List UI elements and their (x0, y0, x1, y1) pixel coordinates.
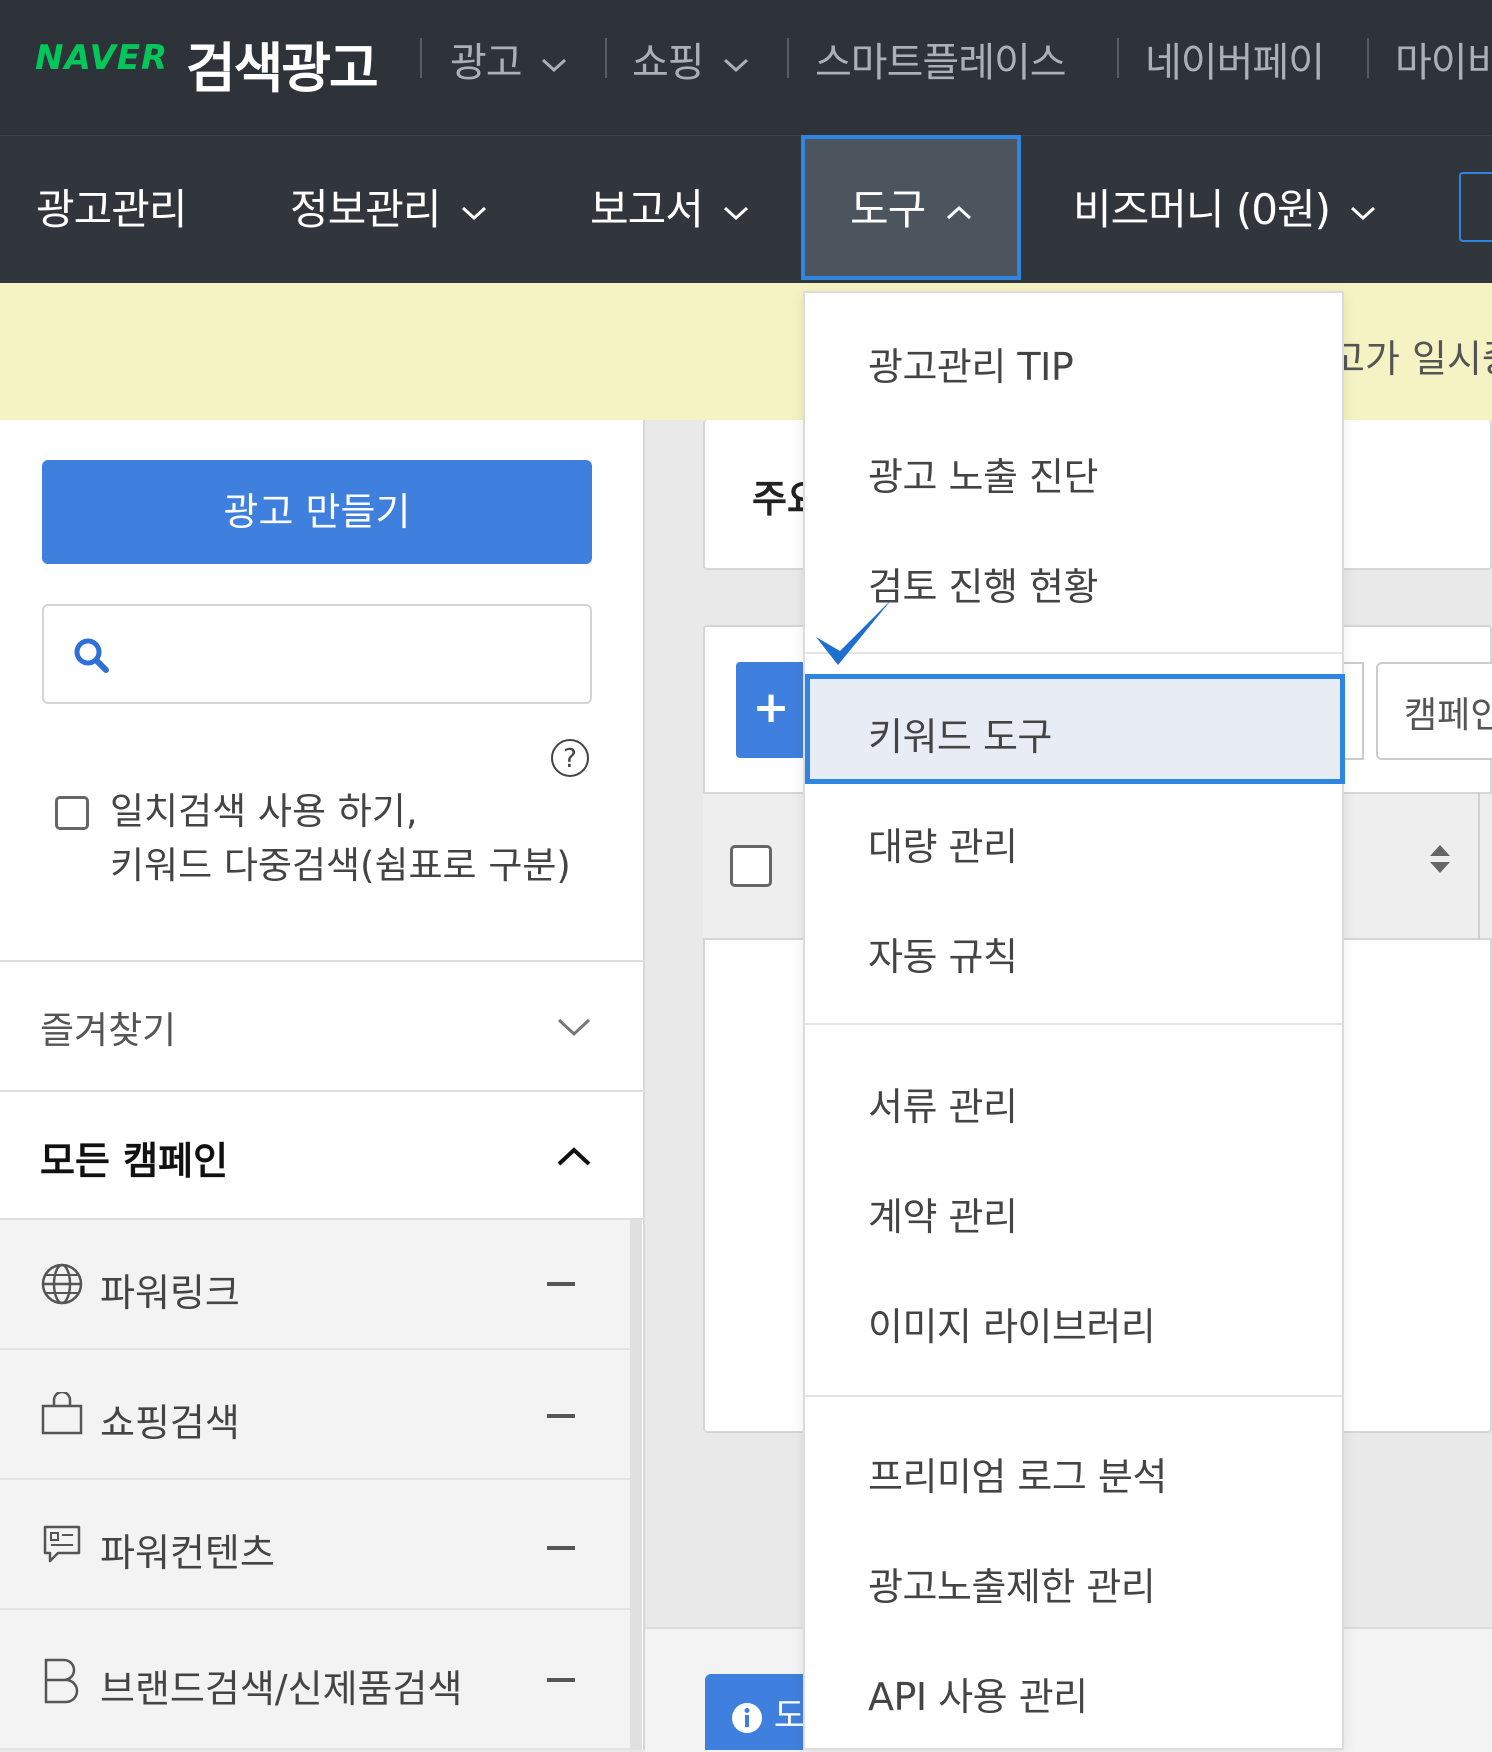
nav-tools[interactable]: 도구 (850, 176, 972, 237)
checkmark-icon (816, 599, 892, 665)
exact-search-label: 일치검색 사용 하기, 키워드 다중검색(쉼표로 구분) (110, 785, 571, 893)
nav-tools-label: 도구 (850, 185, 926, 234)
top-divider (1117, 38, 1119, 78)
campaign-type-shopping[interactable] (0, 1350, 630, 1480)
favorites-section[interactable]: 즐겨찾기 (40, 1000, 176, 1054)
menu-item-image-library[interactable]: 이미지 라이브러리 (868, 1296, 1156, 1351)
collapse-minus-icon[interactable] (547, 1282, 575, 1286)
top-link-shopping[interactable]: 쇼핑 (632, 30, 749, 88)
menu-divider (805, 1023, 1342, 1025)
add-button[interactable]: + (736, 662, 806, 758)
create-ad-button[interactable]: 광고 만들기 (42, 460, 592, 564)
globe-icon (41, 1263, 83, 1305)
top-link-smartplace[interactable]: 스마트플레이스 (815, 30, 1067, 88)
collapse-minus-icon[interactable] (547, 1546, 575, 1550)
chevron-down-icon[interactable] (556, 1016, 592, 1038)
campaign-type-label: 브랜드검색/신제품검색 (100, 1667, 463, 1711)
menu-item-ad-tip[interactable]: 광고관리 TIP (868, 336, 1074, 391)
campaign-button[interactable]: 캠페인 (1376, 662, 1492, 760)
collapse-minus-icon[interactable] (547, 1414, 575, 1418)
nav-bizmoney[interactable]: 비즈머니 (0원) (1073, 176, 1376, 237)
brand-b-icon (44, 1658, 79, 1704)
top-divider (787, 38, 789, 78)
all-campaigns-section[interactable]: 모든 캠페인 (40, 1130, 228, 1185)
nav-info-management[interactable]: 정보관리 (290, 176, 487, 237)
top-link-my[interactable]: 마이비 (1395, 30, 1492, 88)
campaign-search-input[interactable] (42, 604, 592, 704)
menu-item-premium-log-analysis[interactable]: 프리미엄 로그 분석 (868, 1446, 1167, 1501)
chevron-down-icon (1351, 206, 1376, 220)
menu-item-bulk-management[interactable]: 대량 관리 (868, 816, 1018, 871)
divider (0, 960, 645, 962)
info-button-label: 도 (773, 1696, 806, 1736)
chevron-down-icon (724, 58, 749, 73)
nav-ad-management[interactable]: 광고관리 (36, 176, 188, 237)
nav-info-management-label: 정보관리 (290, 185, 442, 234)
menu-item-api-management[interactable]: API 사용 관리 (868, 1666, 1088, 1721)
top-link-naverpay[interactable]: 네이버페이 (1145, 30, 1325, 88)
top-link-shopping-label: 쇼핑 (632, 40, 705, 86)
menu-item-keyword-tool[interactable]: 키워드 도구 (868, 706, 1052, 761)
menu-item-contract-management[interactable]: 계약 관리 (868, 1186, 1018, 1241)
menu-item-exposure-restriction[interactable]: 광고노출제한 관리 (868, 1556, 1156, 1611)
exact-search-label-line2: 키워드 다중검색(쉼표로 구분) (110, 844, 571, 887)
chevron-down-icon (724, 206, 749, 220)
chevron-up-icon (946, 205, 971, 219)
nav-reports[interactable]: 보고서 (590, 176, 749, 237)
top-link-ad[interactable]: 광고 (450, 30, 567, 88)
tools-dropdown-menu (803, 291, 1344, 1750)
sort-icon[interactable] (1428, 843, 1452, 875)
menu-item-document-management[interactable]: 서류 관리 (868, 1076, 1018, 1131)
menu-divider (805, 1395, 1342, 1397)
info-button[interactable]: 도 (705, 1674, 815, 1750)
nav-edge-button[interactable] (1459, 172, 1492, 242)
select-all-checkbox[interactable] (730, 845, 772, 887)
divider (0, 1090, 645, 1092)
top-link-ad-label: 광고 (450, 40, 523, 86)
notice-text: 고가 일시중 (1330, 337, 1492, 381)
exact-search-checkbox[interactable] (55, 796, 89, 830)
chat-content-icon (43, 1525, 81, 1563)
collapse-minus-icon[interactable] (547, 1678, 575, 1682)
menu-item-auto-rules[interactable]: 자동 규칙 (868, 926, 1018, 981)
exact-search-label-line1: 일치검색 사용 하기, (110, 790, 418, 833)
campaign-type-powercontents[interactable] (0, 1480, 630, 1610)
search-ad-title[interactable]: 검색광고 (186, 24, 379, 103)
info-icon (732, 1702, 762, 1733)
chevron-down-icon (542, 58, 567, 73)
search-icon (74, 638, 109, 673)
help-icon[interactable]: ? (551, 739, 589, 777)
campaign-type-label: 파워링크 (100, 1271, 240, 1315)
top-divider (1367, 38, 1369, 78)
campaign-type-powerlink[interactable] (0, 1220, 630, 1350)
top-divider (605, 38, 607, 78)
naver-logo[interactable]: NAVER (35, 38, 168, 78)
campaign-type-label: 파워컨텐츠 (100, 1531, 275, 1575)
top-divider (420, 38, 422, 78)
menu-item-exposure-diagnosis[interactable]: 광고 노출 진단 (868, 446, 1098, 501)
chevron-up-icon[interactable] (556, 1146, 592, 1168)
sidebar-scrollbar[interactable] (630, 1220, 642, 1750)
chevron-down-icon (461, 206, 486, 220)
menu-item-review-status[interactable]: 검토 진행 현황 (868, 556, 1098, 611)
nav-reports-label: 보고서 (590, 185, 704, 234)
nav-bizmoney-label: 비즈머니 (0원) (1073, 185, 1331, 234)
campaign-type-label: 쇼핑검색 (100, 1401, 240, 1445)
shopping-bag-icon (41, 1392, 83, 1435)
column-divider (1478, 792, 1480, 940)
